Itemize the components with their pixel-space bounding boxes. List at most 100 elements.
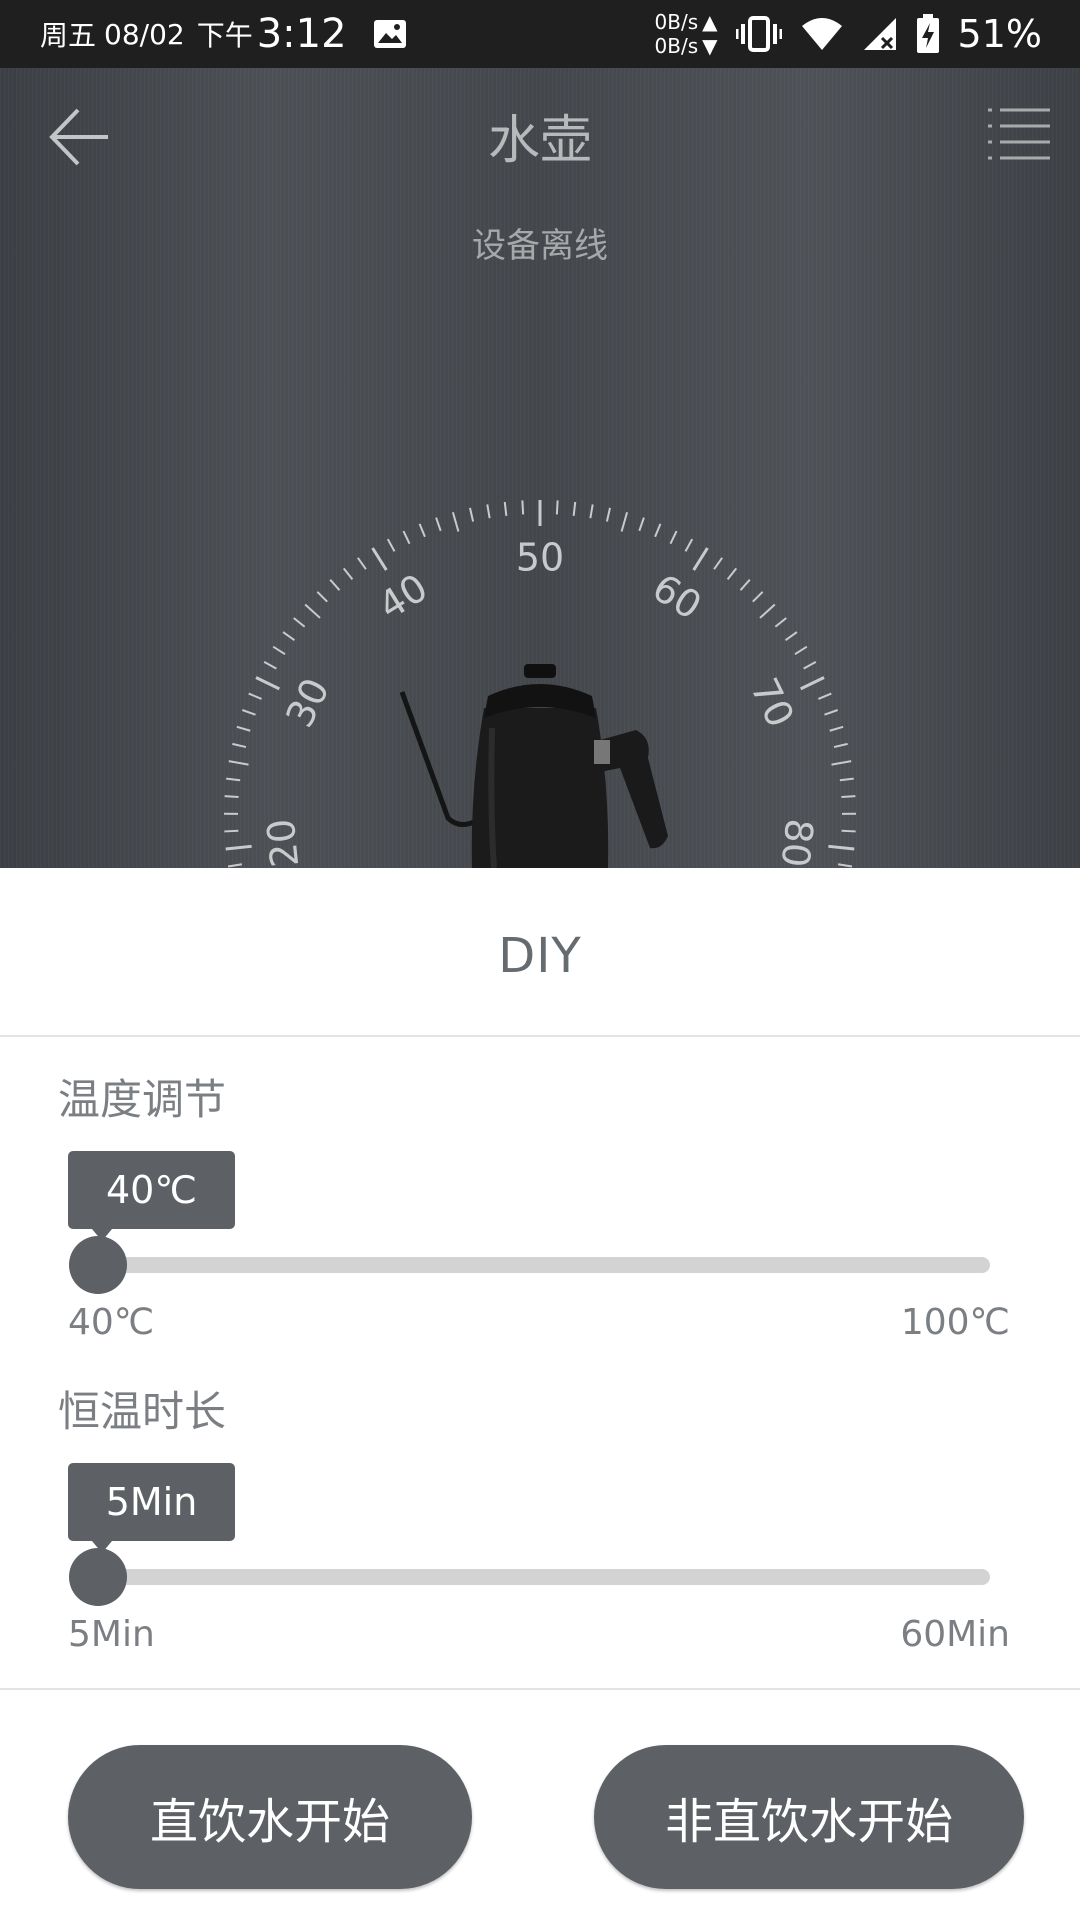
dial-label: 50 — [516, 536, 564, 580]
duration-label: 恒温时长 — [58, 1387, 227, 1436]
dial-tick — [293, 617, 306, 628]
temperature-slider[interactable] — [98, 1257, 990, 1273]
dial-tick — [839, 777, 854, 782]
dial-tick — [784, 631, 798, 642]
dial-tick — [752, 591, 764, 603]
direct-drink-start-button[interactable]: 直饮水开始 — [68, 1745, 472, 1889]
network-speed: 0B/s ▲ 0B/s ▼ — [655, 10, 718, 58]
dial-label: 30 — [277, 671, 338, 734]
duration-slider[interactable] — [98, 1569, 990, 1585]
dial-tick — [828, 844, 855, 851]
diy-title: DIY — [498, 928, 582, 984]
dial-tick — [829, 725, 844, 732]
dial-tick — [224, 795, 239, 799]
dial-tick — [241, 709, 256, 716]
non-direct-drink-start-button[interactable]: 非直饮水开始 — [594, 1745, 1024, 1889]
dial-tick — [803, 660, 817, 670]
status-weekday: 周五 — [40, 19, 97, 52]
temperature-min-label: 40℃ — [68, 1302, 155, 1343]
dial-tick — [282, 631, 296, 642]
dial-tick — [486, 504, 491, 519]
dial-tick — [818, 692, 832, 700]
temperature-slider-thumb[interactable] — [69, 1236, 127, 1294]
dial-tick — [739, 579, 751, 591]
dial-tick — [226, 777, 241, 782]
dial-tick — [713, 557, 723, 570]
dial-tick — [774, 617, 787, 628]
dial-tick — [304, 603, 321, 619]
dial-tick — [371, 547, 388, 571]
page-title: 水壶 — [487, 111, 592, 171]
dial-tick — [589, 504, 594, 519]
dial-tick — [263, 660, 277, 670]
device-header: 20 30 40 50 60 70 80 水壶 设备离线 — [0, 68, 1080, 868]
dial-tick — [726, 567, 738, 580]
dial-tick — [232, 742, 247, 749]
net-up-speed: 0B/s — [654, 10, 699, 34]
vibrate-icon — [735, 16, 782, 52]
dial-label: 20 — [259, 817, 308, 868]
status-bar: 周五 08/02 下午 3:12 0B/s ▲ 0B/s ▼ 51% — [0, 0, 1080, 68]
status-time: 3:12 — [256, 11, 347, 57]
dial-tick — [759, 603, 776, 619]
dial-tick — [248, 692, 262, 700]
dial-tick — [831, 760, 852, 766]
duration-slider-thumb[interactable] — [69, 1548, 127, 1606]
dial-tick — [227, 863, 243, 868]
dial-tick — [841, 829, 856, 833]
duration-max-label: 60Min — [900, 1614, 1010, 1655]
dial-tick — [236, 725, 251, 732]
temperature-max-label: 100℃ — [900, 1302, 1010, 1343]
status-date: 08/02 — [104, 17, 185, 51]
dial-tick — [833, 742, 848, 749]
image-notification-icon — [373, 20, 406, 48]
status-icons: 0B/s ▲ 0B/s ▼ 51% — [655, 0, 1042, 68]
dial-tick — [255, 676, 281, 691]
dial-tick — [521, 500, 525, 515]
device-status: 设备离线 — [472, 226, 608, 266]
dial-tick — [692, 547, 709, 571]
list-menu-icon — [988, 108, 1050, 160]
status-ampm: 下午 — [196, 19, 253, 52]
dial-tick — [794, 645, 808, 656]
dial-tick — [225, 844, 252, 851]
duration-min-label: 5Min — [68, 1614, 155, 1655]
dial-tick — [228, 760, 249, 766]
dial-tick — [669, 530, 678, 545]
dial-tick — [841, 795, 856, 799]
wifi-icon — [801, 18, 842, 50]
dial-tick — [451, 511, 460, 532]
dial-tick — [386, 538, 396, 552]
dial-tick — [435, 517, 442, 532]
dial-tick — [555, 500, 559, 515]
kettle-illustration — [399, 664, 668, 868]
dial-tick — [824, 709, 839, 716]
dial-tick — [799, 676, 825, 691]
menu-button[interactable] — [986, 104, 1052, 166]
dial-tick — [654, 523, 662, 538]
battery-charging-icon — [916, 14, 939, 53]
dial-tick — [402, 530, 411, 545]
dial-tick — [638, 517, 645, 532]
dial-tick — [469, 507, 475, 522]
dial-tick — [837, 863, 853, 868]
temperature-value-tooltip: 40℃ — [68, 1151, 235, 1241]
temperature-dial: 20 30 40 50 60 70 80 — [224, 500, 856, 868]
dial-tick — [418, 523, 426, 538]
dial-tick — [316, 591, 328, 603]
dial-tick — [342, 567, 354, 580]
up-arrow-icon: ▲ — [702, 10, 718, 34]
dial-tick — [572, 501, 577, 516]
dial-tick — [605, 507, 611, 522]
cellular-signal-icon — [863, 18, 896, 50]
divider — [0, 1035, 1080, 1037]
net-down-speed: 0B/s — [654, 34, 699, 58]
dial-tick — [272, 645, 286, 656]
dial-tick — [503, 501, 508, 516]
down-arrow-icon: ▼ — [702, 34, 718, 58]
duration-value-tooltip: 5Min — [68, 1463, 235, 1553]
dial-label: 40 — [371, 565, 435, 628]
divider — [0, 1688, 1080, 1690]
dial-tick — [620, 511, 629, 532]
temperature-label: 温度调节 — [58, 1075, 227, 1124]
